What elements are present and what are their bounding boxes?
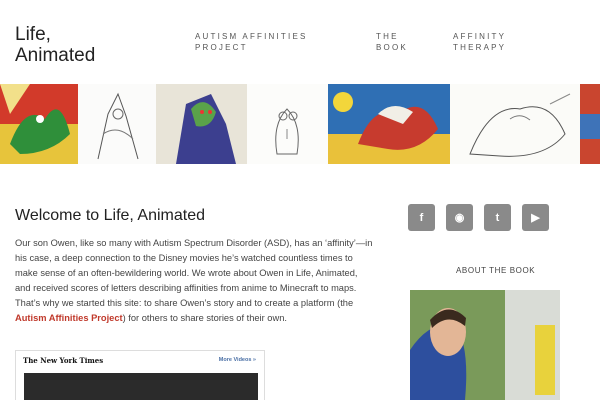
social-links: f ◉ t ▶ — [408, 204, 549, 231]
banner-illustration-horses — [328, 84, 450, 164]
about-the-book-heading: ABOUT THE BOOK — [456, 266, 536, 275]
twitter-icon[interactable]: t — [484, 204, 511, 231]
nav-autism-affinities-project[interactable]: AUTISM AFFINITIES PROJECT — [195, 31, 315, 53]
more-videos-link[interactable]: More Videos » — [219, 357, 256, 363]
intro-text-end: ) for others to share stories of their o… — [122, 313, 287, 323]
banner-illustration-beast-sketch — [450, 84, 580, 164]
nav-the-book[interactable]: THE BOOK — [376, 31, 426, 53]
banner-illustration-dragon — [0, 84, 78, 164]
banner-illustration-owl-sketch — [247, 84, 328, 164]
nyt-logo: The New York Times — [23, 356, 104, 365]
intro-text-start: Our son Owen, like so many with Autism S… — [15, 238, 373, 308]
banner-illustration-edge — [580, 84, 600, 164]
rss-icon[interactable]: ◉ — [446, 204, 473, 231]
page-title: Welcome to Life, Animated — [15, 207, 206, 224]
intro-paragraph: Our son Owen, like so many with Autism S… — [15, 236, 373, 326]
illustration-banner — [0, 84, 600, 164]
site-title[interactable]: Life, Animated — [15, 24, 135, 66]
banner-illustration-villain — [156, 84, 247, 164]
banner-illustration-wizard-sketch — [78, 84, 156, 164]
embedded-video[interactable]: The New York Times More Videos » — [15, 350, 265, 400]
youtube-icon[interactable]: ▶ — [522, 204, 549, 231]
autism-affinities-project-link[interactable]: Autism Affinities Project — [15, 313, 123, 323]
nav-affinity-therapy[interactable]: AFFINITY THERAPY — [453, 31, 523, 53]
facebook-icon[interactable]: f — [408, 204, 435, 231]
about-book-photo[interactable] — [410, 290, 560, 400]
video-player[interactable] — [24, 373, 258, 400]
